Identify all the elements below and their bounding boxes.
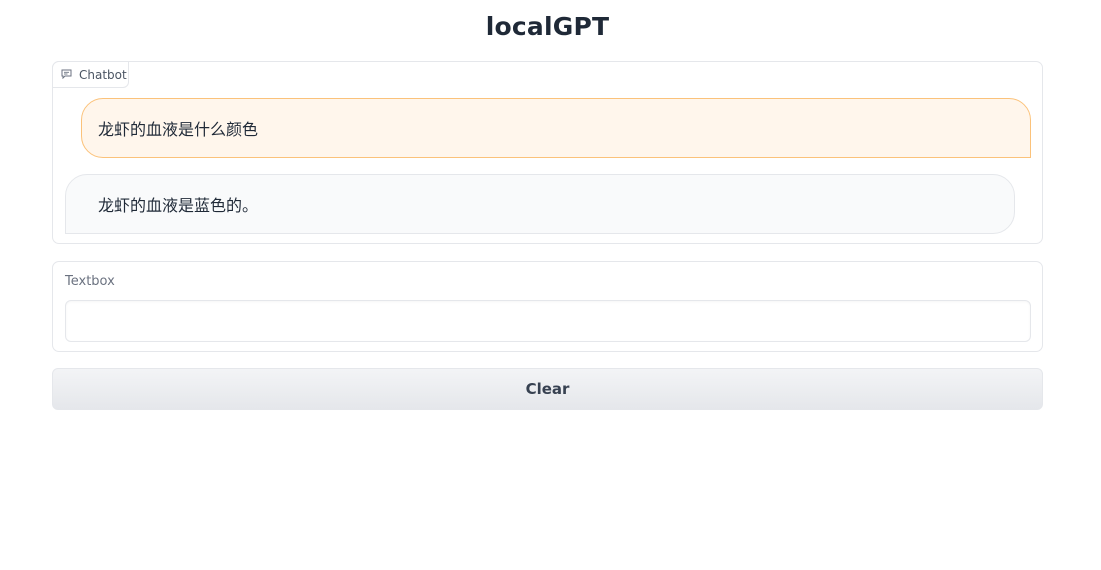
chatbot-label: Chatbot: [79, 67, 127, 82]
chatbot-panel: Chatbot 龙虾的血液是什么颜色 龙虾的血液是蓝色的。: [52, 61, 1043, 244]
clear-button[interactable]: Clear: [52, 368, 1043, 410]
user-message: 龙虾的血液是什么颜色: [81, 98, 1031, 158]
page-title: localGPT: [485, 12, 610, 41]
user-message-text: 龙虾的血液是什么颜色: [98, 120, 259, 139]
bot-message-text: 龙虾的血液是蓝色的。: [98, 196, 259, 215]
textbox-label: Textbox: [65, 274, 115, 289]
bot-message: 龙虾的血液是蓝色的。: [65, 174, 1015, 234]
textbox-input[interactable]: [65, 300, 1031, 342]
textbox-panel: Textbox: [52, 261, 1043, 352]
chatbot-label-tag: Chatbot: [52, 61, 129, 88]
page: localGPT Chatbot 龙虾的血液是什么颜色 龙虾的血液是蓝色的。 T…: [0, 0, 1101, 570]
chat-icon: [61, 68, 79, 82]
